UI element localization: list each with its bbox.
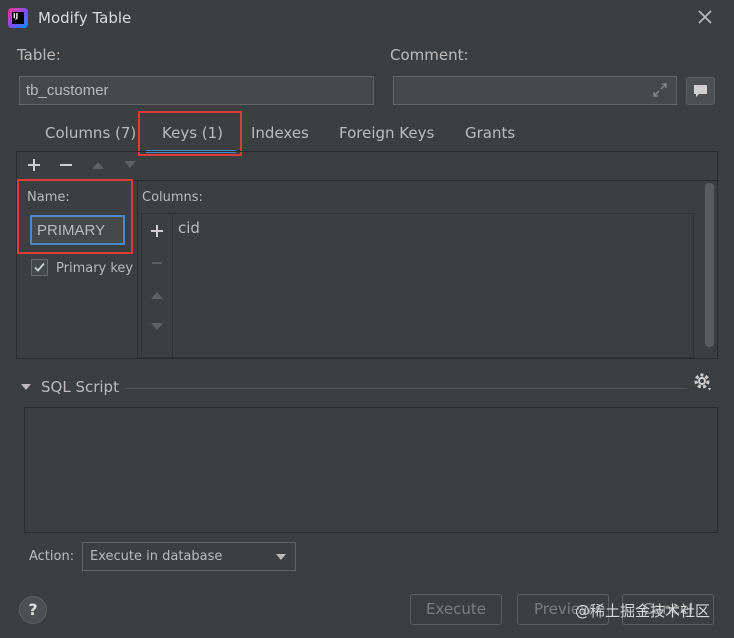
- comment-bubble-icon: [694, 85, 707, 97]
- comment-label-text: Comment:: [390, 46, 469, 64]
- table-name-input[interactable]: [19, 76, 374, 105]
- section-divider: [137, 181, 138, 358]
- comment-editor-button[interactable]: [686, 77, 715, 105]
- expand-icon[interactable]: [652, 82, 668, 98]
- action-label: Action:: [29, 549, 75, 564]
- column-move-down-button[interactable]: [149, 321, 165, 337]
- triangle-down-icon: [151, 323, 163, 330]
- table-label-text: Table:: [17, 46, 61, 64]
- triangle-up-icon: [92, 162, 104, 169]
- scrollbar-thumb[interactable]: [705, 183, 714, 347]
- move-up-button[interactable]: [90, 158, 106, 176]
- add-key-button[interactable]: [26, 156, 42, 176]
- key-columns-label: Columns:: [142, 190, 203, 205]
- checkmark-icon: [34, 262, 45, 272]
- tab-foreign-keys[interactable]: Foreign Keys: [339, 124, 434, 142]
- key-columns-list: [141, 213, 694, 358]
- primary-key-label: Primary key: [56, 261, 134, 276]
- tab-indexes[interactable]: Indexes: [251, 124, 309, 142]
- intellij-app-icon: IJ: [8, 8, 28, 28]
- table-label: Table:: [17, 46, 61, 64]
- plus-icon: [28, 159, 40, 171]
- move-down-button[interactable]: [122, 158, 138, 176]
- sql-script-label: SQL Script: [41, 378, 119, 396]
- watermark-text: @稀土掘金技术社区: [575, 602, 711, 620]
- columns-toolbar-divider: [172, 214, 173, 357]
- help-button[interactable]: ?: [19, 596, 47, 624]
- close-icon[interactable]: [696, 8, 714, 26]
- add-column-button[interactable]: [149, 223, 165, 243]
- chevron-down-icon: [276, 554, 286, 560]
- action-selected-value: Execute in database: [90, 549, 223, 564]
- comment-input[interactable]: [393, 76, 677, 105]
- remove-column-button[interactable]: [149, 255, 165, 275]
- settings-gear-icon[interactable]: [692, 371, 714, 397]
- key-name-highlight: [17, 179, 133, 254]
- triangle-up-icon: [151, 292, 163, 299]
- remove-key-button[interactable]: [58, 156, 74, 176]
- minus-icon: [152, 262, 162, 264]
- tab-columns[interactable]: Columns (7): [45, 124, 136, 142]
- minus-icon: [60, 164, 72, 166]
- chevron-down-icon: [21, 384, 31, 390]
- action-select[interactable]: Execute in database: [82, 542, 296, 571]
- triangle-down-icon: [124, 161, 136, 168]
- plus-icon: [151, 225, 163, 237]
- comment-label: Comment:: [390, 46, 469, 64]
- primary-key-checkbox[interactable]: [31, 259, 48, 276]
- question-mark-icon: ?: [28, 600, 38, 619]
- column-move-up-button[interactable]: [149, 289, 165, 305]
- window-title: Modify Table: [38, 9, 132, 27]
- keys-tab-highlight: [138, 111, 242, 156]
- sql-collapse-toggle[interactable]: [20, 381, 32, 397]
- column-item[interactable]: cid: [178, 219, 200, 237]
- tab-grants[interactable]: Grants: [465, 124, 515, 142]
- sql-script-editor[interactable]: [24, 407, 718, 533]
- sql-separator: [125, 388, 687, 389]
- execute-button[interactable]: Execute: [410, 594, 502, 625]
